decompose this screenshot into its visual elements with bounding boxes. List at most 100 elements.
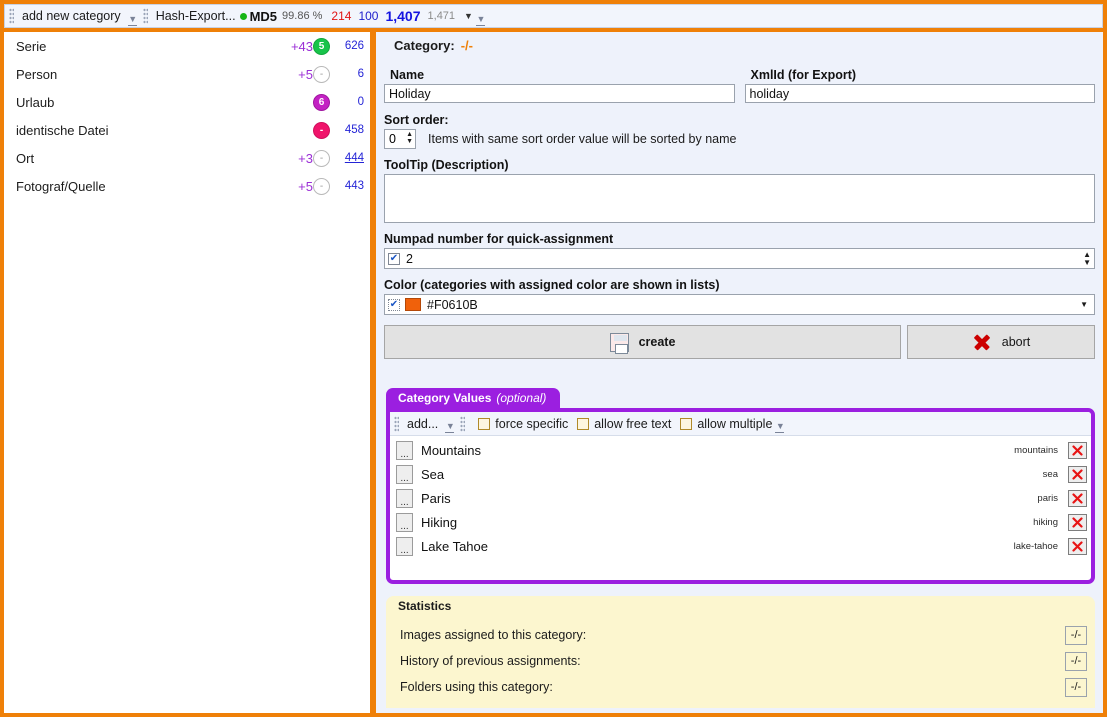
hash-count-gray: 1,471 xyxy=(427,10,456,22)
category-values-list: ... Mountains mountains ... Sea sea ... … xyxy=(390,436,1091,558)
category-list-item[interactable]: Person +5 - 6 xyxy=(4,60,370,88)
name-field-group: Name Holiday xyxy=(384,68,735,103)
cv-toolbar-grip-1[interactable] xyxy=(394,415,399,432)
cv-toolbar-overflow-icon[interactable] xyxy=(775,422,785,433)
force-specific-checkbox[interactable] xyxy=(478,417,491,430)
red-x-icon xyxy=(1072,540,1083,552)
statistics-value[interactable]: -/- xyxy=(1065,677,1087,697)
allow-free-text-label: allow free text xyxy=(594,416,672,431)
cancel-x-icon xyxy=(972,332,992,352)
delete-value-button[interactable] xyxy=(1068,465,1087,483)
value-options-button[interactable]: ... xyxy=(396,512,413,532)
hash-dropdown-icon[interactable]: ▼ xyxy=(464,11,473,21)
statistics-value[interactable]: -/- xyxy=(1065,651,1087,671)
category-badge: - xyxy=(313,121,330,139)
category-plus-count: +43 xyxy=(290,38,313,54)
abort-button[interactable]: abort xyxy=(907,325,1095,359)
color-checkbox[interactable] xyxy=(388,298,400,311)
category-badge: - xyxy=(313,149,330,167)
toolbar-overflow-icon[interactable] xyxy=(476,15,486,26)
xmlid-input[interactable]: holiday xyxy=(744,84,1095,103)
red-x-icon xyxy=(1072,492,1083,504)
category-badge: - xyxy=(313,65,330,83)
add-value-button[interactable]: add... xyxy=(403,416,442,432)
delete-value-button[interactable] xyxy=(1068,513,1087,531)
sort-order-spin-arrows-icon[interactable]: ▲ ▼ xyxy=(406,131,413,145)
statistics-value[interactable]: -/- xyxy=(1065,625,1087,645)
red-x-icon xyxy=(1072,516,1083,528)
category-value-row[interactable]: ... Sea sea xyxy=(390,462,1091,486)
red-x-icon xyxy=(1072,444,1083,456)
statistics-title: Statistics xyxy=(386,596,468,616)
category-value-row[interactable]: ... Paris paris xyxy=(390,486,1091,510)
sort-order-stepper[interactable]: 0 ▲ ▼ xyxy=(384,129,416,149)
category-list-item[interactable]: Serie +43 5 626 xyxy=(4,32,370,60)
name-label: Name xyxy=(390,68,425,82)
allow-free-text-checkbox[interactable] xyxy=(577,417,590,430)
category-value-row[interactable]: ... Lake Tahoe lake-tahoe xyxy=(390,534,1091,558)
sort-order-hint: Items with same sort order value will be… xyxy=(428,132,737,146)
delete-value-button[interactable] xyxy=(1068,489,1087,507)
category-value-row[interactable]: ... Hiking hiking xyxy=(390,510,1091,534)
statistics-row: History of previous assignments: -/- xyxy=(386,648,1095,674)
add-value-overflow-icon[interactable] xyxy=(445,422,455,433)
allow-multiple-checkbox[interactable] xyxy=(680,417,693,430)
category-values-optional-label: (optional) xyxy=(496,391,547,405)
category-values-panel: Category Values (optional) add... force … xyxy=(386,388,1095,584)
red-x-icon xyxy=(1072,468,1083,480)
abort-button-label: abort xyxy=(1001,335,1031,349)
create-button[interactable]: create xyxy=(384,325,901,359)
category-plus-count: +3 xyxy=(298,150,313,166)
value-options-button[interactable]: ... xyxy=(396,440,413,460)
category-list-item[interactable]: Ort +3 - 444 xyxy=(4,144,370,172)
category-list-item[interactable]: Urlaub 6 0 xyxy=(4,88,370,116)
toolbar-grip-2[interactable] xyxy=(142,8,148,24)
toolbar-grip-1[interactable] xyxy=(9,8,14,24)
allow-multiple-toggle[interactable]: allow multiple xyxy=(680,417,772,431)
sort-order-value: 0 xyxy=(389,132,396,146)
category-count: 626 xyxy=(344,40,364,52)
statistics-label: History of previous assignments: xyxy=(400,654,581,668)
numpad-spin-arrows-icon[interactable]: ▲ ▼ xyxy=(1083,251,1091,267)
color-label: Color (categories with assigned color ar… xyxy=(384,278,720,292)
save-icon xyxy=(609,332,629,354)
category-count: 0 xyxy=(357,96,364,108)
create-button-label: create xyxy=(638,335,676,349)
category-value-row[interactable]: ... Mountains mountains xyxy=(390,438,1091,462)
add-new-category-button[interactable]: add new category xyxy=(18,8,125,24)
value-xmlid: sea xyxy=(1042,468,1058,480)
force-specific-toggle[interactable]: force specific xyxy=(478,417,568,431)
statistics-panel: Statistics Images assigned to this categ… xyxy=(386,596,1095,708)
value-name: Paris xyxy=(421,490,451,506)
statistics-row: Folders using this category: -/- xyxy=(386,674,1095,700)
cv-toolbar-grip-2[interactable] xyxy=(460,415,466,432)
color-dropdown-icon[interactable]: ▼ xyxy=(1080,300,1088,309)
value-options-button[interactable]: ... xyxy=(396,536,413,556)
name-input[interactable]: Holiday xyxy=(384,84,735,103)
hash-algorithm-label: MD5 xyxy=(249,8,278,24)
category-badge: - xyxy=(313,177,330,195)
category-list-item[interactable]: Fotograf/Quelle +5 - 443 xyxy=(4,172,370,200)
numpad-input[interactable]: 2 ▲▼ xyxy=(384,248,1095,269)
delete-value-button[interactable] xyxy=(1068,441,1087,459)
add-new-category-overflow-icon[interactable] xyxy=(128,15,138,26)
value-options-button[interactable]: ... xyxy=(396,464,413,484)
category-values-header: Category Values (optional) xyxy=(386,388,561,408)
color-combobox[interactable]: #F0610B ▼ xyxy=(384,294,1095,315)
value-options-button[interactable]: ... xyxy=(396,488,413,508)
force-specific-label: force specific xyxy=(495,416,569,431)
color-value: #F0610B xyxy=(427,297,478,312)
allow-free-text-toggle[interactable]: allow free text xyxy=(577,417,671,431)
category-name: Ort xyxy=(16,150,35,166)
category-list-item[interactable]: identische Datei - 458 xyxy=(4,116,370,144)
category-detail-tab[interactable]: Category: -/- xyxy=(380,32,495,58)
tooltip-textarea[interactable] xyxy=(384,174,1095,223)
category-plus-count: +5 xyxy=(298,178,313,194)
app-window: add new category Hash-Export... MD5 99.8… xyxy=(0,0,1107,717)
delete-value-button[interactable] xyxy=(1068,537,1087,555)
numpad-checkbox[interactable] xyxy=(388,252,400,265)
category-name: Person xyxy=(16,66,58,82)
form-button-row: create abort xyxy=(376,325,1103,359)
category-detail-tab-label: Category: xyxy=(394,37,455,53)
hash-export-button[interactable]: Hash-Export... xyxy=(152,8,240,24)
